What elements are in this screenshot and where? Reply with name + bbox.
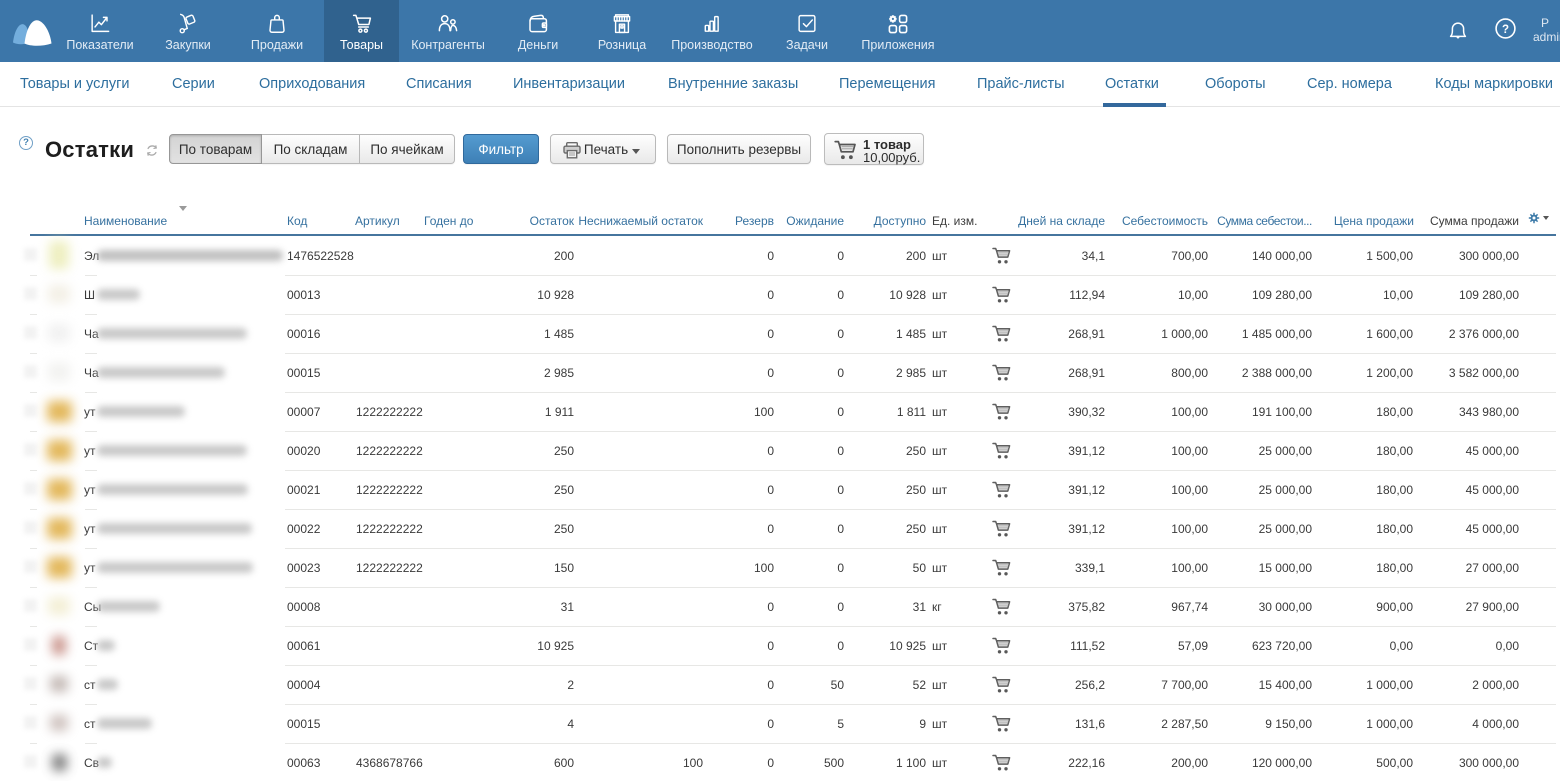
svg-text:?: ? xyxy=(1502,24,1509,36)
